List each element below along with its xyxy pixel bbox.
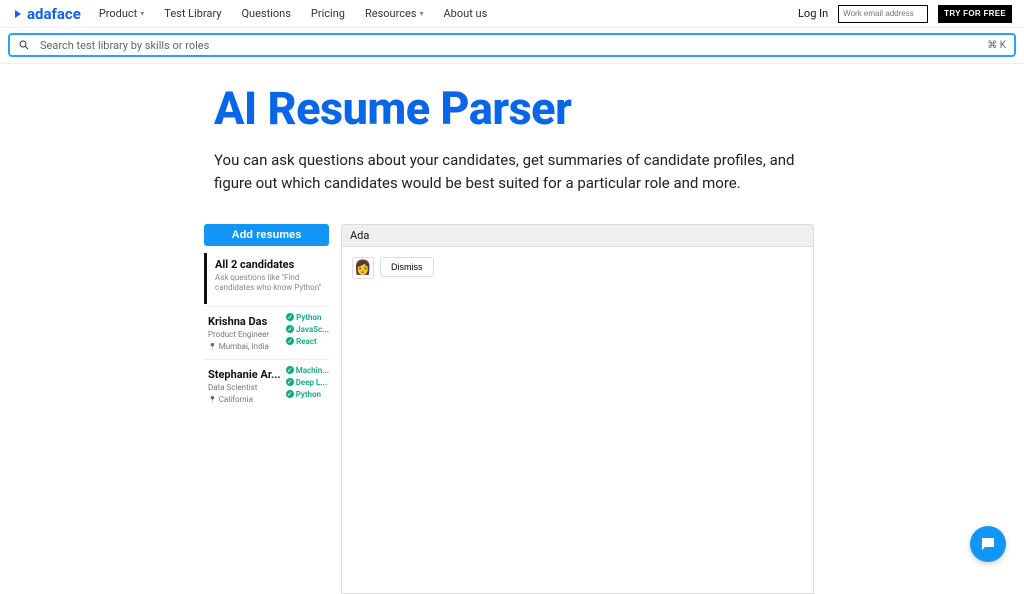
topbar-left: adaface Product▾ Test Library Questions … xyxy=(12,5,487,23)
skill-badge: ✓Deep L... xyxy=(286,378,329,387)
chat-icon xyxy=(979,535,997,553)
candidate-sidebar: Add resumes All 2 candidates Ask questio… xyxy=(204,224,329,594)
tab-ada[interactable]: Ada xyxy=(350,229,369,242)
skill-badge: ✓Python xyxy=(286,390,329,399)
workspace: Add resumes All 2 candidates Ask questio… xyxy=(204,224,814,594)
brand-name: adaface xyxy=(27,5,81,23)
candidate-skills: ✓Python ✓JavaSc... ✓React xyxy=(286,313,329,346)
skill-label: Python xyxy=(296,390,321,399)
assistant-avatar: 👩 xyxy=(352,257,374,279)
all-candidates-hint: Ask questions like "Find candidates who … xyxy=(215,273,329,294)
add-resumes-button[interactable]: Add resumes xyxy=(204,224,329,246)
login-link[interactable]: Log In xyxy=(798,7,828,20)
nav-resources[interactable]: Resources▾ xyxy=(365,7,424,20)
chat-message-row: 👩 Dismiss xyxy=(352,257,803,279)
skill-label: Python xyxy=(296,313,321,322)
check-icon: ✓ xyxy=(286,390,294,398)
skill-badge: ✓React xyxy=(286,337,329,346)
candidate-card[interactable]: Stephanie Ar... Data Scientist Californi… xyxy=(204,359,329,412)
try-free-button[interactable]: TRY FOR FREE xyxy=(938,5,1012,23)
check-icon: ✓ xyxy=(286,378,294,386)
skill-badge: ✓Machin... xyxy=(286,366,329,375)
brand-logo[interactable]: adaface xyxy=(12,5,81,23)
candidate-card[interactable]: Krishna Das Product Engineer Mumbai, Ind… xyxy=(204,306,329,359)
nav-testlibrary[interactable]: Test Library xyxy=(164,7,221,20)
search-icon xyxy=(18,39,30,51)
topbar-right: Log In TRY FOR FREE xyxy=(798,5,1012,23)
hero: AI Resume Parser You can ask questions a… xyxy=(214,82,894,194)
chevron-down-icon: ▾ xyxy=(419,9,423,18)
skill-label: React xyxy=(296,337,317,346)
check-icon: ✓ xyxy=(286,325,294,333)
nav-pricing[interactable]: Pricing xyxy=(311,7,345,20)
search-input[interactable]: Search test library by skills or roles ⌘… xyxy=(8,33,1016,57)
check-icon: ✓ xyxy=(286,337,294,345)
nav-resources-label: Resources xyxy=(365,7,417,20)
nav-testlibrary-label: Test Library xyxy=(164,7,221,20)
nav-pricing-label: Pricing xyxy=(311,7,345,20)
search-placeholder: Search test library by skills or roles xyxy=(40,39,209,52)
logo-icon xyxy=(12,8,24,20)
dismiss-button[interactable]: Dismiss xyxy=(380,257,434,277)
chat-tabstrip: Ada xyxy=(342,225,813,247)
chevron-down-icon: ▾ xyxy=(140,9,144,18)
chat-panel: Ada 👩 Dismiss xyxy=(341,224,814,594)
candidate-skills: ✓Machin... ✓Deep L... ✓Python xyxy=(286,366,329,399)
skill-badge: ✓Python xyxy=(286,313,329,322)
skill-label: Deep L... xyxy=(296,378,327,387)
nav-links: Product▾ Test Library Questions Pricing … xyxy=(99,7,487,20)
skill-badge: ✓JavaSc... xyxy=(286,325,329,334)
topbar: adaface Product▾ Test Library Questions … xyxy=(0,0,1024,28)
all-candidates-section[interactable]: All 2 candidates Ask questions like "Fin… xyxy=(204,253,329,304)
page-title: AI Resume Parser xyxy=(214,82,894,135)
intercom-launcher[interactable] xyxy=(970,526,1006,562)
nav-questions-label: Questions xyxy=(241,7,290,20)
search-wrap: Search test library by skills or roles ⌘… xyxy=(0,28,1024,63)
check-icon: ✓ xyxy=(286,313,294,321)
all-candidates-title: All 2 candidates xyxy=(215,258,329,271)
chat-body: 👩 Dismiss xyxy=(342,247,813,593)
nav-about-label: About us xyxy=(444,7,488,20)
nav-about[interactable]: About us xyxy=(444,7,488,20)
skill-label: JavaSc... xyxy=(296,325,329,334)
nav-product[interactable]: Product▾ xyxy=(99,7,144,20)
nav-product-label: Product xyxy=(99,7,137,20)
skill-label: Machin... xyxy=(296,366,329,375)
email-field[interactable] xyxy=(838,5,928,23)
page-subtitle: You can ask questions about your candida… xyxy=(214,149,834,194)
check-icon: ✓ xyxy=(286,366,294,374)
divider xyxy=(0,63,1024,64)
search-shortcut: ⌘ K xyxy=(987,40,1006,51)
nav-questions[interactable]: Questions xyxy=(241,7,290,20)
